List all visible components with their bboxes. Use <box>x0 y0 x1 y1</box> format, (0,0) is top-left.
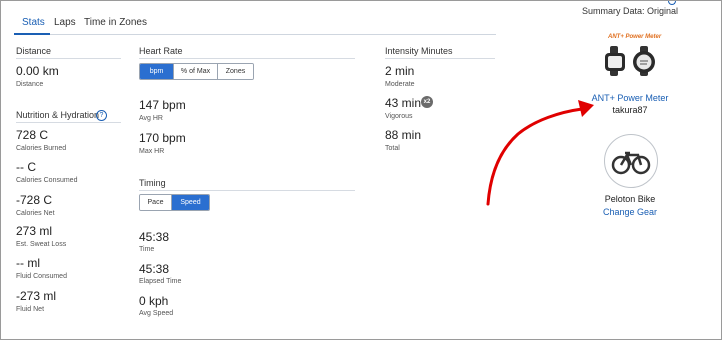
active-tab-indicator <box>14 33 50 35</box>
annotation-arrow <box>486 100 594 206</box>
fluid-consumed-value: -- ml <box>16 256 40 270</box>
device-watches-icon <box>605 46 655 76</box>
calories-consumed-label: Calories Consumed <box>16 177 78 184</box>
vigorous-minutes-value: 43 min <box>385 96 422 110</box>
avg-hr-label: Avg HR <box>139 115 163 122</box>
intensity-section-title: Intensity Minutes <box>385 46 453 56</box>
heart-rate-section-title: Heart Rate <box>139 46 183 56</box>
timing-speed-option[interactable]: Speed <box>172 195 209 210</box>
distance-value: 0.00 km <box>16 64 59 78</box>
calories-net-value: -728 C <box>16 193 53 207</box>
calories-burned-label: Calories Burned <box>16 145 67 152</box>
timing-section-title: Timing <box>139 178 166 188</box>
device-image[interactable]: ANT+ Power Meter <box>600 34 664 88</box>
avg-speed-value: 0 kph <box>139 294 169 308</box>
total-label: Total <box>385 145 400 152</box>
distance-label: Distance <box>16 81 44 88</box>
max-hr-value: 170 bpm <box>139 131 186 145</box>
avg-hr-value: 147 bpm <box>139 98 186 112</box>
fluid-net-label: Fluid Net <box>16 306 45 313</box>
nutrition-section-title: Nutrition & Hydration <box>16 110 100 120</box>
distance-section-title: Distance <box>16 46 52 56</box>
divider <box>139 190 355 191</box>
hr-bpm-option[interactable]: bpm <box>140 64 174 79</box>
multiplier-badge: x2 <box>421 96 433 108</box>
summary-data-label: Summary Data: Original <box>581 6 679 16</box>
tab-laps[interactable]: Laps <box>54 17 76 28</box>
divider <box>16 122 121 123</box>
elapsed-time-value: 45:38 <box>139 262 170 276</box>
divider <box>16 58 121 59</box>
calories-burned-value: 728 C <box>16 128 49 142</box>
help-icon[interactable]: ? <box>96 110 107 121</box>
calories-consumed-value: -- C <box>16 160 36 174</box>
hr-percent-max-option[interactable]: % of Max <box>174 64 218 79</box>
divider <box>385 58 495 59</box>
heart-rate-unit-toggle: bpm % of Max Zones <box>139 63 254 80</box>
timing-mode-toggle: Pace Speed <box>139 194 210 211</box>
time-value: 45:38 <box>139 230 170 244</box>
avg-speed-label: Avg Speed <box>139 310 174 317</box>
sweat-loss-value: 273 ml <box>16 224 53 238</box>
hr-zones-option[interactable]: Zones <box>218 64 253 79</box>
moderate-label: Moderate <box>385 81 415 88</box>
divider <box>139 58 355 59</box>
gear-image[interactable] <box>604 134 658 188</box>
time-label: Time <box>139 246 155 253</box>
tab-stats[interactable]: Stats <box>22 17 45 28</box>
vigorous-label: Vigorous <box>385 113 413 120</box>
bike-icon <box>611 151 651 175</box>
max-hr-label: Max HR <box>139 148 165 155</box>
total-minutes-value: 88 min <box>385 128 422 142</box>
stats-tab-bar: Stats Laps Time in Zones <box>14 12 496 35</box>
fluid-net-value: -273 ml <box>16 289 57 303</box>
fluid-consumed-label: Fluid Consumed <box>16 273 67 280</box>
calories-net-label: Calories Net <box>16 210 55 217</box>
elapsed-time-label: Elapsed Time <box>139 278 182 285</box>
moderate-minutes-value: 2 min <box>385 64 415 78</box>
timing-pace-option[interactable]: Pace <box>140 195 172 210</box>
sweat-loss-label: Est. Sweat Loss <box>16 241 67 248</box>
tab-time-in-zones[interactable]: Time in Zones <box>84 17 147 28</box>
